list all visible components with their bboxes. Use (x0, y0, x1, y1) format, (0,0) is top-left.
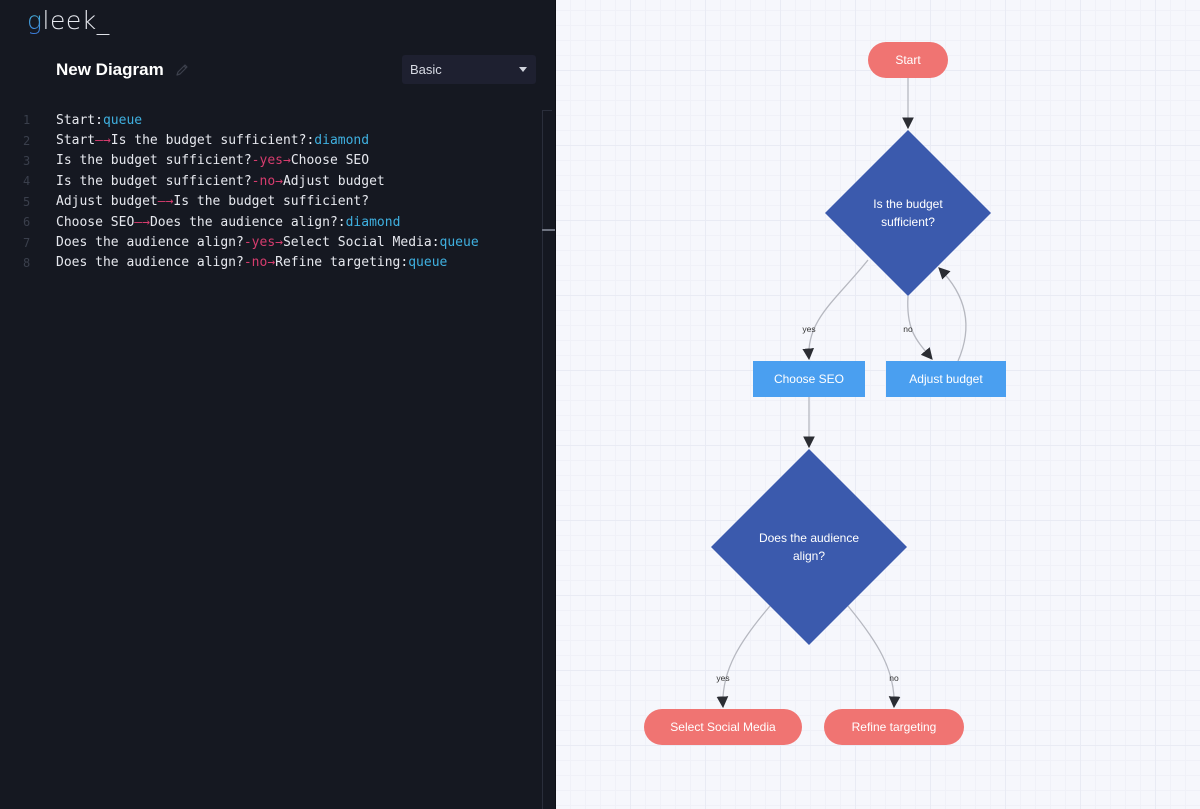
edge-label: yes (716, 673, 729, 683)
code-line[interactable]: 2 Start —→ Is the budget sufficient?: diamon… (0, 130, 540, 150)
node-text: Select Social Media: (282, 235, 440, 251)
node-label: Does the audience (759, 531, 859, 545)
line-number: 1 (23, 113, 31, 128)
node-text: Refine targeting: (275, 255, 409, 271)
code-line[interactable]: 5 Adjust budget —→ Is the budget sufficient… (0, 192, 540, 212)
node-text: Does the audience align? (56, 235, 244, 251)
diamond-shape (711, 449, 907, 645)
shape-keyword: queue (439, 235, 479, 251)
node-text: Does the audience align? (56, 255, 244, 271)
node-text: Is the budget sufficient? (173, 194, 370, 210)
edge-audience-to-social[interactable]: yes (716, 605, 771, 709)
edge-token: -no→ (243, 255, 276, 271)
node-label: Is the budget (873, 197, 943, 211)
logo-rest: leek_ (42, 6, 110, 35)
edge-label: no (903, 324, 913, 334)
code-line[interactable]: 8 Does the audience align? -no→ Refine targ… (0, 253, 540, 273)
edge-label: no (889, 673, 899, 683)
edge-budget-to-seo[interactable]: yes (802, 259, 869, 361)
node-refine[interactable]: Refine targeting (824, 709, 964, 745)
code-line[interactable]: 6 Choose SEO —→ Does the audience align?: di… (0, 212, 540, 232)
node-label: Select Social Media (670, 720, 776, 734)
node-text: Is the budget sufficient?: (110, 133, 315, 149)
node-text: Adjust budget (282, 173, 385, 189)
editor-scrollbar-track[interactable] (542, 111, 543, 809)
node-social[interactable]: Select Social Media (644, 709, 802, 745)
node-start[interactable]: Start (868, 42, 948, 78)
diagram-canvas[interactable]: yes no yes no Start Is the budget sufficient?… (556, 0, 1200, 809)
shape-keyword: queue (408, 255, 448, 271)
node-text: Start (56, 133, 96, 149)
editor-panel: gleek_ New Diagram Basic 1 Start: queue 2 St… (0, 0, 556, 809)
node-text: Is the budget sufficient? (56, 153, 252, 169)
edge-audience-to-refine[interactable]: no (847, 605, 901, 709)
diagram-type-value: Basic (410, 62, 442, 77)
code-editor[interactable]: 1 Start: queue 2 Start —→ Is the budget suffic… (0, 110, 540, 273)
gleek-logo[interactable]: gleek_ (27, 4, 110, 38)
edge-token: —→ (157, 194, 174, 210)
line-number: 3 (23, 153, 31, 168)
node-label: sufficient? (881, 215, 935, 229)
node-label: align? (793, 549, 825, 563)
node-label: Refine targeting (852, 720, 937, 734)
title-row: New Diagram (56, 58, 190, 82)
edge-line (938, 267, 967, 362)
code-line[interactable]: 7 Does the audience align? -yes→ Select Soc… (0, 232, 540, 252)
node-label: Start (895, 53, 921, 67)
edge-token: —→ (134, 214, 150, 230)
caret-down-icon (519, 67, 527, 72)
shape-keyword: queue (102, 112, 143, 128)
diagram-svg: yes no yes no Start Is the budget sufficient?… (644, 42, 1006, 745)
shape-keyword: diamond (314, 133, 370, 149)
code-line[interactable]: 4 Is the budget sufficient? -no→ Adjust bud… (0, 171, 540, 191)
node-audience[interactable]: Does the audience align? (711, 449, 907, 645)
node-budget[interactable]: Is the budget sufficient? (825, 130, 991, 296)
line-number: 8 (23, 255, 31, 270)
edge-line (716, 605, 771, 709)
node-text: Choose SEO (290, 153, 370, 169)
nodes-layer: Start Is the budget sufficient? Choose SEO A… (644, 42, 1006, 745)
edge-label: yes (802, 324, 815, 334)
logo-g: g (27, 6, 43, 35)
line-number: 7 (23, 235, 31, 250)
node-label: Choose SEO (774, 372, 844, 386)
line-number: 6 (23, 215, 31, 230)
edge-line (847, 605, 901, 709)
node-text: Start: (56, 112, 103, 128)
pencil-icon[interactable] (174, 62, 190, 78)
node-seo[interactable]: Choose SEO (753, 361, 865, 397)
diamond-shape (825, 130, 991, 296)
edge-token: -no→ (251, 173, 283, 189)
diagram-title[interactable]: New Diagram (56, 60, 164, 80)
node-text: Adjust budget (56, 194, 158, 210)
line-number: 4 (23, 174, 31, 189)
edge-budget-to-adjust[interactable]: no (903, 295, 933, 360)
line-number: 2 (23, 133, 31, 148)
editor-scrollbar-thumb[interactable] (542, 229, 555, 231)
node-text: Does the audience align?: (149, 214, 346, 230)
node-text: Is the budget sufficient? (56, 173, 252, 189)
line-number: 5 (23, 194, 31, 209)
diagram-type-select[interactable]: Basic (402, 55, 536, 84)
edge-token: —→ (95, 133, 111, 149)
editor-edge (542, 110, 552, 111)
node-adjust[interactable]: Adjust budget (886, 361, 1006, 397)
shape-keyword: diamond (345, 214, 401, 230)
edge-token: -yes→ (251, 153, 291, 169)
edge-line (802, 259, 869, 361)
code-line[interactable]: 1 Start: queue (0, 110, 540, 130)
edge-token: -yes→ (243, 235, 283, 251)
code-line[interactable]: 3 Is the budget sufficient? -yes→ Choose SE… (0, 151, 540, 171)
node-text: Choose SEO (56, 214, 135, 230)
edge-adjust-to-budget[interactable] (938, 267, 967, 362)
node-label: Adjust budget (909, 372, 983, 386)
